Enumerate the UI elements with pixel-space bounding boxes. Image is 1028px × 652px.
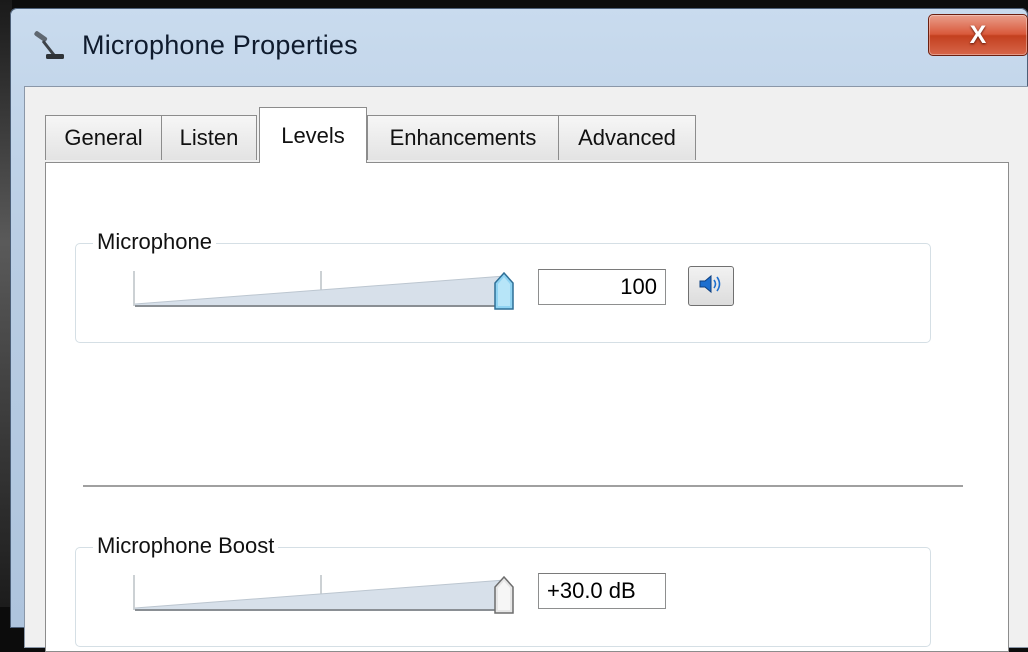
microphone-group: Microphone 100 bbox=[75, 229, 931, 343]
window-title: Microphone Properties bbox=[82, 30, 358, 60]
slider-track bbox=[133, 271, 506, 307]
dialog-client-area: General Listen Levels Enhancements Advan… bbox=[24, 86, 1028, 652]
tab-general[interactable]: General bbox=[45, 115, 162, 160]
microphone-level-slider[interactable] bbox=[133, 268, 523, 318]
speaker-icon bbox=[698, 273, 724, 299]
microphone-boost-group: Microphone Boost +30.0 dB bbox=[75, 533, 931, 647]
boost-slider-thumb[interactable] bbox=[493, 575, 515, 615]
tab-listen[interactable]: Listen bbox=[161, 115, 257, 160]
tab-levels[interactable]: Levels bbox=[259, 107, 367, 163]
microphone-slider-thumb[interactable] bbox=[493, 271, 515, 311]
microphone-boost-slider[interactable] bbox=[133, 572, 523, 622]
microphone-boost-label: Microphone Boost bbox=[93, 533, 279, 559]
properties-window: Microphone Properties X General Listen L… bbox=[10, 8, 1028, 652]
tab-advanced[interactable]: Advanced bbox=[558, 115, 696, 160]
microphone-boost-value[interactable]: +30.0 dB bbox=[538, 573, 666, 609]
microphone-icon bbox=[32, 28, 66, 62]
mute-button[interactable] bbox=[688, 266, 734, 306]
close-icon: X bbox=[969, 20, 987, 49]
title-bar[interactable]: Microphone Properties X bbox=[10, 8, 1028, 86]
microphone-label: Microphone bbox=[93, 229, 216, 255]
levels-panel: Microphone 100 Microphone Boost +30.0 dB bbox=[45, 162, 1009, 652]
boost-slider-track bbox=[133, 575, 506, 611]
tab-enhancements[interactable]: Enhancements bbox=[367, 115, 559, 160]
section-divider bbox=[83, 485, 963, 487]
microphone-level-value[interactable]: 100 bbox=[538, 269, 666, 305]
close-button[interactable]: X bbox=[928, 14, 1028, 56]
